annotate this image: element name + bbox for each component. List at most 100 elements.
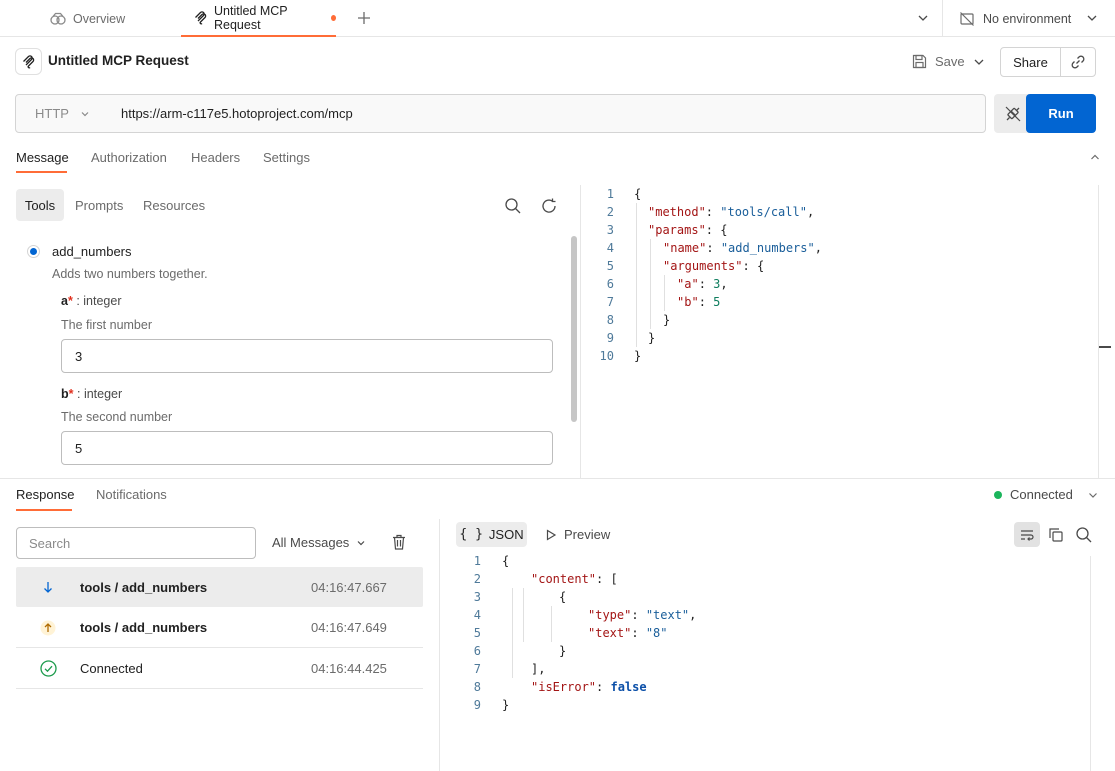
code-line[interactable]: "arguments": { bbox=[663, 259, 764, 273]
plus-icon[interactable] bbox=[355, 9, 373, 27]
code-line[interactable]: "b": 5 bbox=[677, 295, 720, 309]
connection-status[interactable]: Connected bbox=[994, 487, 1073, 502]
required-mark: * bbox=[68, 387, 74, 401]
tab-prompts[interactable]: Prompts bbox=[75, 198, 123, 213]
param-name: a bbox=[61, 294, 68, 308]
code-line[interactable]: "params": { bbox=[648, 223, 727, 237]
param-a-input[interactable] bbox=[61, 339, 553, 373]
param-type: : integer bbox=[76, 294, 122, 308]
active-tab-indicator bbox=[16, 509, 72, 511]
indent-guide bbox=[636, 203, 637, 347]
indent-guide bbox=[523, 588, 524, 642]
code-line: { bbox=[559, 590, 567, 604]
line-number: 4 bbox=[473, 608, 481, 622]
message-time: 04:16:44.425 bbox=[311, 661, 387, 676]
line-number: 9 bbox=[606, 331, 614, 345]
message-time: 04:16:47.667 bbox=[311, 579, 387, 595]
code-line: "isError": false bbox=[531, 680, 647, 694]
tool-radio[interactable] bbox=[27, 245, 40, 258]
message-label: tools / add_numbers bbox=[80, 579, 208, 595]
json-label: JSON bbox=[488, 527, 524, 542]
tab-notifications[interactable]: Notifications bbox=[96, 487, 167, 502]
status-label: Connected bbox=[1010, 487, 1073, 502]
code-line[interactable]: { bbox=[634, 187, 641, 201]
line-number: 6 bbox=[606, 277, 614, 291]
indent-guide bbox=[664, 275, 665, 311]
code-line: { bbox=[502, 554, 510, 568]
param-label: b* : integer bbox=[61, 387, 122, 401]
code-line[interactable]: "name": "add_numbers", bbox=[663, 241, 822, 255]
tab-settings[interactable]: Settings bbox=[263, 150, 310, 165]
code-line[interactable]: } bbox=[648, 331, 655, 345]
status-dot bbox=[994, 490, 1002, 499]
wrap-lines-button[interactable] bbox=[1014, 522, 1040, 547]
run-button[interactable]: Run bbox=[1026, 94, 1096, 133]
line-number: 5 bbox=[473, 626, 481, 640]
code-line: } bbox=[502, 698, 510, 712]
line-number: 7 bbox=[473, 662, 481, 676]
message-row[interactable]: tools / add_numbers 04:16:47.649 bbox=[16, 608, 423, 648]
copy-icon[interactable] bbox=[1047, 526, 1065, 544]
line-number: 4 bbox=[606, 241, 614, 255]
code-line[interactable]: "a": 3, bbox=[677, 277, 728, 291]
scrollbar[interactable] bbox=[1099, 346, 1111, 348]
method-select[interactable]: HTTP bbox=[16, 95, 106, 132]
line-number: 8 bbox=[606, 313, 614, 327]
search-icon[interactable] bbox=[1075, 526, 1093, 544]
line-number: 10 bbox=[599, 349, 614, 363]
url-input[interactable] bbox=[106, 95, 985, 132]
code-line[interactable]: "method": "tools/call", bbox=[648, 205, 814, 219]
message-filter-select[interactable]: All Messages bbox=[272, 535, 367, 550]
chevron-down-icon[interactable] bbox=[971, 54, 987, 70]
chevron-down-icon[interactable] bbox=[915, 10, 931, 26]
share-button[interactable]: Share bbox=[1001, 48, 1061, 76]
chevron-down-icon[interactable] bbox=[1086, 488, 1100, 502]
tab-resources[interactable]: Resources bbox=[143, 198, 205, 213]
tab-authorization[interactable]: Authorization bbox=[91, 150, 167, 165]
line-number: 6 bbox=[473, 644, 481, 658]
tab-headers[interactable]: Headers bbox=[191, 150, 240, 165]
json-view-button[interactable]: { } JSON bbox=[456, 522, 527, 547]
line-number: 1 bbox=[473, 554, 481, 568]
divider bbox=[439, 519, 440, 771]
line-number: 7 bbox=[606, 295, 614, 309]
line-number: 8 bbox=[473, 680, 481, 694]
preview-view-button[interactable]: Preview bbox=[545, 527, 610, 542]
braces-icon: { } bbox=[459, 527, 483, 542]
arrow-down-icon bbox=[16, 580, 80, 594]
message-row[interactable]: tools / add_numbers 04:16:47.667 bbox=[16, 567, 423, 607]
request-title[interactable]: Untitled MCP Request bbox=[48, 53, 189, 68]
param-b-input[interactable] bbox=[61, 431, 553, 465]
line-number: 2 bbox=[473, 572, 481, 586]
environment-select[interactable]: No environment bbox=[959, 0, 1071, 37]
param-type: : integer bbox=[77, 387, 123, 401]
code-line[interactable]: } bbox=[634, 349, 641, 363]
tab-tools[interactable]: Tools bbox=[16, 189, 64, 221]
share-group: Share bbox=[1000, 47, 1096, 77]
filter-label: All Messages bbox=[272, 535, 350, 550]
chevron-up-icon[interactable] bbox=[1088, 150, 1102, 164]
tab-overview-label: Overview bbox=[73, 11, 126, 26]
tab-overview[interactable]: Overview bbox=[50, 0, 125, 37]
trash-icon[interactable] bbox=[390, 533, 408, 551]
environment-label: No environment bbox=[983, 11, 1072, 26]
divider bbox=[1090, 556, 1091, 771]
code-line: "text": "8" bbox=[588, 626, 668, 640]
tab-message[interactable]: Message bbox=[16, 150, 69, 165]
scrollbar[interactable] bbox=[571, 236, 577, 422]
copy-link-button[interactable] bbox=[1061, 48, 1095, 76]
chevron-down-icon[interactable] bbox=[1084, 10, 1100, 26]
save-button[interactable]: Save bbox=[906, 47, 971, 76]
refresh-icon[interactable] bbox=[540, 197, 558, 215]
message-row[interactable]: Connected 04:16:44.425 bbox=[16, 649, 423, 689]
tab-response[interactable]: Response bbox=[16, 487, 75, 502]
code-line: } bbox=[559, 644, 567, 658]
no-environment-icon bbox=[959, 11, 975, 27]
tab-untitled-mcp-request[interactable]: Untitled MCP Request bbox=[181, 0, 336, 37]
code-line[interactable]: } bbox=[663, 313, 670, 327]
search-input[interactable] bbox=[16, 527, 256, 559]
message-label: Connected bbox=[80, 661, 143, 676]
message-time: 04:16:47.649 bbox=[311, 620, 387, 635]
link-icon bbox=[1070, 54, 1086, 70]
search-icon[interactable] bbox=[504, 197, 522, 215]
